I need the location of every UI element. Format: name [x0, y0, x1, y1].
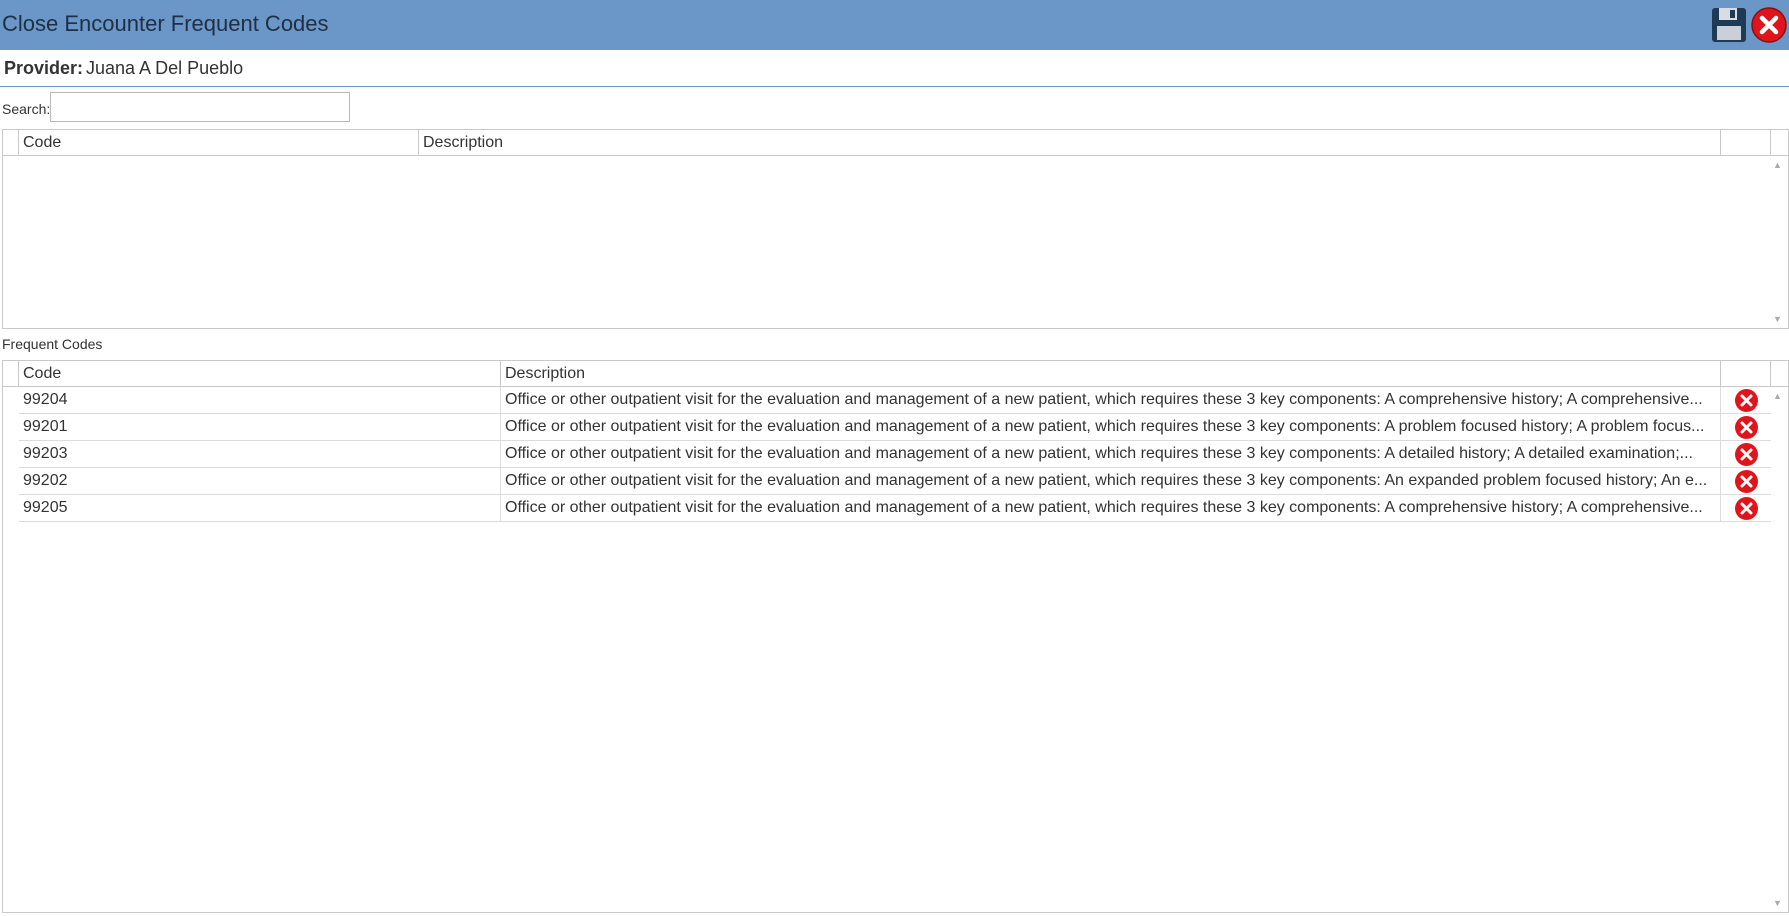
search-input[interactable]: [50, 92, 350, 122]
window-title: Close Encounter Frequent Codes: [2, 11, 329, 36]
column-header-code[interactable]: Code: [19, 130, 419, 156]
description-cell[interactable]: Office or other outpatient visit for the…: [501, 495, 1721, 522]
action-cell: [1721, 414, 1771, 441]
search-results-grid: Code Description ▲ ▼: [2, 129, 1789, 329]
action-cell: [1721, 441, 1771, 468]
code-cell[interactable]: 99201: [19, 414, 501, 441]
close-icon: [1751, 7, 1787, 43]
table-row[interactable]: 99202 Office or other outpatient visit fo…: [19, 468, 1771, 495]
table-row[interactable]: 99205 Office or other outpatient visit fo…: [19, 495, 1771, 522]
column-header-description[interactable]: Description: [501, 361, 1721, 387]
column-header-action: [1721, 361, 1771, 387]
provider-bar: Provider: Juana A Del Pueblo: [0, 50, 1789, 87]
title-bar: Close Encounter Frequent Codes: [0, 0, 1789, 50]
grid-header: Code Description: [3, 130, 1788, 156]
delete-button[interactable]: [1735, 470, 1758, 493]
scroll-up-icon[interactable]: ▲: [1773, 160, 1782, 170]
description-cell[interactable]: Office or other outpatient visit for the…: [501, 468, 1721, 495]
save-icon: [1712, 8, 1746, 42]
delete-icon: [1740, 502, 1753, 515]
save-button[interactable]: [1710, 6, 1748, 44]
delete-icon: [1740, 475, 1753, 488]
delete-button[interactable]: [1735, 443, 1758, 466]
frequent-codes-label: Frequent Codes: [2, 336, 103, 352]
frequent-codes-grid: Code Description 99204 Office or other ou…: [2, 360, 1789, 913]
code-cell[interactable]: 99202: [19, 468, 501, 495]
action-cell: [1721, 387, 1771, 414]
row-selector-header: [3, 361, 19, 387]
delete-icon: [1740, 394, 1753, 407]
action-cell: [1721, 495, 1771, 522]
description-cell[interactable]: Office or other outpatient visit for the…: [501, 414, 1721, 441]
column-header-action: [1721, 130, 1771, 156]
search-label: Search:: [2, 101, 51, 117]
delete-icon: [1740, 421, 1753, 434]
delete-button[interactable]: [1735, 497, 1758, 520]
provider-label: Provider:: [4, 58, 84, 78]
action-cell: [1721, 468, 1771, 495]
grid-header: Code Description: [3, 361, 1788, 387]
code-cell[interactable]: 99203: [19, 441, 501, 468]
scroll-up-icon[interactable]: ▲: [1773, 391, 1782, 401]
vertical-scrollbar[interactable]: ▲ ▼: [1768, 387, 1788, 912]
code-cell[interactable]: 99204: [19, 387, 501, 414]
delete-icon: [1740, 448, 1753, 461]
delete-button[interactable]: [1735, 416, 1758, 439]
vertical-scrollbar[interactable]: ▲ ▼: [1768, 156, 1788, 328]
table-row[interactable]: 99203 Office or other outpatient visit fo…: [19, 441, 1771, 468]
close-button[interactable]: [1750, 6, 1788, 44]
description-cell[interactable]: Office or other outpatient visit for the…: [501, 441, 1721, 468]
column-header-description[interactable]: Description: [419, 130, 1721, 156]
scroll-down-icon[interactable]: ▼: [1773, 898, 1782, 908]
description-cell[interactable]: Office or other outpatient visit for the…: [501, 387, 1721, 414]
table-row[interactable]: 99204 Office or other outpatient visit fo…: [19, 387, 1771, 414]
scroll-down-icon[interactable]: ▼: [1773, 314, 1782, 324]
column-header-code[interactable]: Code: [19, 361, 501, 387]
row-selector-header: [3, 130, 19, 156]
provider-name: Juana A Del Pueblo: [86, 58, 244, 78]
code-cell[interactable]: 99205: [19, 495, 501, 522]
table-row[interactable]: 99201 Office or other outpatient visit fo…: [19, 414, 1771, 441]
delete-button[interactable]: [1735, 389, 1758, 412]
